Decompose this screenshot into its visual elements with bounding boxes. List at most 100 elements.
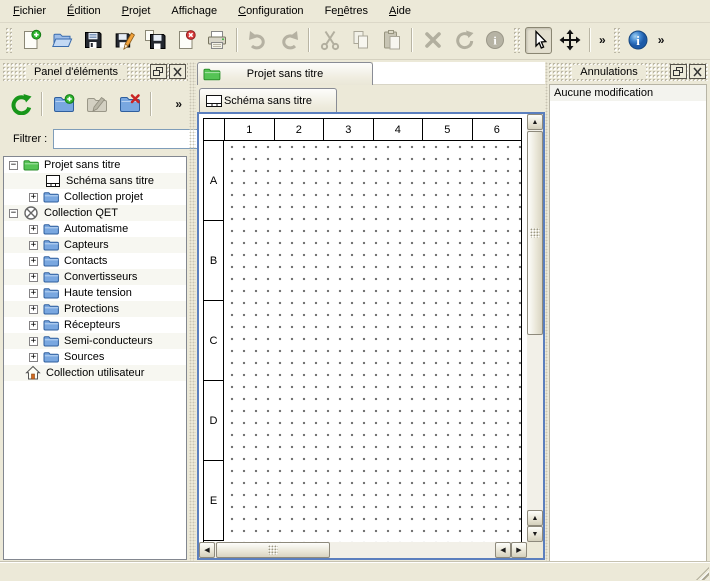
expand-icon[interactable]: + [29,337,38,346]
copy-icon [350,29,372,51]
tree-item[interactable]: Schéma sans titre [4,173,186,189]
cut-icon [319,29,341,51]
horizontal-scroll-thumb[interactable] [216,542,330,558]
tree-item-label: Convertisseurs [64,271,137,283]
svg-text:i: i [636,33,640,48]
tree-item[interactable]: +Collection projet [4,189,186,205]
undo-panel-titlebar[interactable]: Annulations [548,62,708,81]
menu-item[interactable]: Projet [113,2,160,20]
toolbar-overflow-button[interactable]: » [595,33,610,47]
tree-item[interactable]: +Récepteurs [4,317,186,333]
close-icon [172,67,183,77]
tree-item[interactable]: + Convertisseurs [4,269,186,285]
left-splitter[interactable] [189,62,196,562]
tree-item[interactable]: +Capteurs [4,237,186,253]
tree-item[interactable]: +Contacts [4,253,186,269]
folder-icon [43,221,59,237]
collapse-icon[interactable]: − [9,161,18,170]
toolbar-separator [411,28,413,52]
folder-icon [43,237,59,253]
save-as-button[interactable] [110,27,137,54]
diagram-view[interactable]: 123456 ABCDE ▲ ▲ ▼ ◀ ◀ ▶ [197,112,545,560]
horizontal-scrollbar[interactable]: ◀ ◀ ▶ [199,542,527,558]
menu-item[interactable]: Affichage [162,2,226,20]
application-window: FichierÉditionProjetAffichageConfigurati… [0,0,710,581]
tab-project[interactable]: Projet sans titre [197,62,373,85]
tree-item[interactable]: +Automatisme [4,221,186,237]
save-button[interactable] [79,27,106,54]
menu-item[interactable]: Fenêtres [316,2,377,20]
scroll-down-button[interactable]: ▼ [527,526,543,542]
toolbar-drag-handle[interactable] [613,27,620,53]
close-panel-button[interactable] [169,64,186,79]
paste-button [378,27,405,54]
tree-item[interactable]: +Semi-conducteurs [4,333,186,349]
column-header: 5 [422,119,472,140]
toolbar-separator [41,92,43,116]
filter-input[interactable] [53,129,203,149]
expand-icon[interactable]: + [29,305,38,314]
expand-icon[interactable]: + [29,353,38,362]
toolbar-separator [589,28,591,52]
panel-toolbar-overflow-button[interactable]: » [171,97,186,111]
scroll-right-button[interactable]: ▶ [511,542,527,558]
float-panel-button[interactable] [150,64,167,79]
undo-panel-title: Annulations [572,65,646,79]
float-panel-button[interactable] [670,64,687,79]
expand-icon[interactable]: + [29,321,38,330]
scroll-left-button[interactable]: ◀ [199,542,215,558]
vertical-scrollbar[interactable]: ▲ ▲ ▼ [527,114,543,542]
undo-history-list: Aucune modification [549,84,707,562]
print-button[interactable] [203,27,230,54]
toolbar-overflow-button[interactable]: » [654,33,669,47]
new-document-icon [20,29,42,51]
delete-icon [422,29,444,51]
column-header-row: 123456 [204,119,521,141]
column-header: 2 [274,119,324,140]
folder-icon [43,253,59,269]
collapse-icon[interactable]: − [9,209,18,218]
close-document-button[interactable] [172,27,199,54]
tree-item-label: Collection QET [44,207,118,219]
open-document-button[interactable] [48,27,75,54]
new-category-button[interactable] [50,91,77,118]
toolbar-drag-handle[interactable] [5,27,12,53]
delete-category-button[interactable] [116,91,143,118]
expand-icon[interactable]: + [29,225,38,234]
project-folder-icon [203,67,221,81]
tree-item[interactable]: Collection utilisateur [4,365,186,381]
move-tool-button[interactable] [556,27,583,54]
save-all-button[interactable] [141,27,168,54]
scroll-left-button-2[interactable]: ◀ [495,542,511,558]
tab-diagram[interactable]: Schéma sans titre [199,88,337,112]
menu-item[interactable]: Aide [380,2,420,20]
tree-item-label: Projet sans titre [44,159,120,171]
new-document-button[interactable] [17,27,44,54]
float-icon [153,67,164,77]
reload-collections-button[interactable] [7,91,34,118]
undo-history-item[interactable]: Aucune modification [550,85,706,101]
tree-item[interactable]: +Protections [4,301,186,317]
expand-icon[interactable]: + [29,289,38,298]
selection-tool-button[interactable] [525,27,552,54]
scroll-up-button-2[interactable]: ▲ [527,510,543,526]
expand-icon[interactable]: + [29,273,38,282]
expand-icon[interactable]: + [29,257,38,266]
tree-item[interactable]: − Collection QET [4,205,186,221]
toolbar-separator [236,28,238,52]
elements-panel-titlebar[interactable]: Panel d'éléments [2,62,188,81]
tree-item[interactable]: − Projet sans titre [4,157,186,173]
menu-item[interactable]: Fichier [4,2,55,20]
menu-item[interactable]: Configuration [229,2,312,20]
close-panel-button[interactable] [689,64,706,79]
expand-icon[interactable]: + [29,241,38,250]
scroll-up-button[interactable]: ▲ [527,114,543,130]
expand-icon[interactable]: + [29,193,38,202]
tree-item[interactable]: +Sources [4,349,186,365]
vertical-scroll-thumb[interactable] [527,131,543,335]
resize-grip[interactable] [696,567,709,580]
about-qet-button[interactable]: i [625,27,652,54]
tree-item[interactable]: +Haute tension [4,285,186,301]
toolbar-drag-handle[interactable] [513,27,520,53]
menu-item[interactable]: Édition [58,2,110,20]
